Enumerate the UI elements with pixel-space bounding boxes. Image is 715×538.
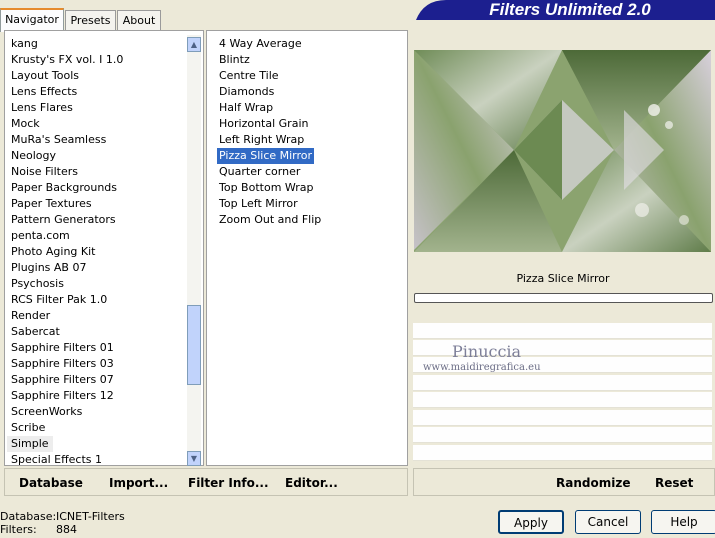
category-item[interactable]: Sapphire Filters 12 <box>11 388 114 404</box>
category-item[interactable]: Plugins AB 07 <box>11 260 86 276</box>
category-item[interactable]: Paper Backgrounds <box>11 180 117 196</box>
parameter-row[interactable] <box>413 392 712 408</box>
parameter-row[interactable] <box>413 375 712 391</box>
filter-item[interactable]: 4 Way Average <box>219 36 302 52</box>
filter-item[interactable]: Blintz <box>219 52 250 68</box>
app-title: Filters Unlimited 2.0 <box>489 0 651 19</box>
command-bar-right: Randomize Reset <box>413 468 715 496</box>
status-filters-label: Filters: <box>0 523 37 536</box>
category-item[interactable]: Paper Textures <box>11 196 92 212</box>
category-item[interactable]: Simple <box>7 436 53 452</box>
category-item[interactable]: Sapphire Filters 03 <box>11 356 114 372</box>
category-list[interactable]: kang Krusty's FX vol. I 1.0 Layout Tools Le… <box>4 30 204 466</box>
parameter-row[interactable] <box>413 410 712 426</box>
tab-about[interactable]: About <box>117 10 161 30</box>
category-item[interactable]: Photo Aging Kit <box>11 244 95 260</box>
filter-item[interactable]: Diamonds <box>219 84 274 100</box>
category-item[interactable]: Sabercat <box>11 324 60 340</box>
cancel-button[interactable]: Cancel <box>575 510 641 534</box>
category-item[interactable]: ScreenWorks <box>11 404 82 420</box>
category-item[interactable]: Neology <box>11 148 56 164</box>
tab-navigator[interactable]: Navigator <box>0 8 64 32</box>
status-filters-value: 884 <box>56 523 77 536</box>
filter-list[interactable]: 4 Way Average Blintz Centre Tile Diamonds Ha… <box>206 30 408 466</box>
scroll-thumb[interactable] <box>187 305 201 385</box>
status-database-value: ICNET-Filters <box>56 510 125 523</box>
status-database-label: Database: <box>0 510 57 523</box>
category-item[interactable]: Render <box>11 308 50 324</box>
category-item[interactable]: Krusty's FX vol. I 1.0 <box>11 52 123 68</box>
category-item[interactable]: Scribe <box>11 420 45 436</box>
command-bar-left: Database Import... Filter Info... Editor… <box>4 468 408 496</box>
parameter-row[interactable] <box>413 427 712 443</box>
import-button[interactable]: Import... <box>109 476 168 490</box>
reset-button[interactable]: Reset <box>655 476 693 490</box>
parameter-row[interactable] <box>413 323 712 339</box>
category-item[interactable]: Sapphire Filters 01 <box>11 340 114 356</box>
category-item[interactable]: MuRa's Seamless <box>11 132 106 148</box>
preview-image <box>414 50 711 252</box>
filter-info-button[interactable]: Filter Info... <box>188 476 269 490</box>
scroll-up-icon[interactable]: ▲ <box>187 37 201 52</box>
category-item[interactable]: penta.com <box>11 228 70 244</box>
category-item[interactable]: Noise Filters <box>11 164 78 180</box>
category-scrollbar[interactable]: ▲ ▼ <box>187 35 201 466</box>
editor-button[interactable]: Editor... <box>285 476 338 490</box>
filter-item[interactable]: Zoom Out and Flip <box>219 212 321 228</box>
scroll-down-icon[interactable]: ▼ <box>187 451 201 466</box>
category-item[interactable]: RCS Filter Pak 1.0 <box>11 292 107 308</box>
filter-item[interactable]: Centre Tile <box>219 68 279 84</box>
category-item[interactable]: Sapphire Filters 07 <box>11 372 114 388</box>
filter-item[interactable]: Pizza Slice Mirror <box>217 148 315 164</box>
filter-item[interactable]: Left Right Wrap <box>219 132 304 148</box>
apply-button[interactable]: Apply <box>498 510 564 534</box>
filter-item[interactable]: Half Wrap <box>219 100 273 116</box>
parameter-row[interactable] <box>413 445 712 461</box>
filter-item[interactable]: Horizontal Grain <box>219 116 308 132</box>
category-item[interactable]: Lens Effects <box>11 84 77 100</box>
parameter-field[interactable] <box>414 293 713 303</box>
category-item[interactable]: kang <box>11 36 38 52</box>
preview-filter-name: Pizza Slice Mirror <box>516 272 610 285</box>
database-button[interactable]: Database <box>19 476 83 490</box>
help-button[interactable]: Help <box>651 510 715 534</box>
randomize-button[interactable]: Randomize <box>556 476 630 490</box>
category-item[interactable]: Lens Flares <box>11 100 73 116</box>
tab-presets[interactable]: Presets <box>65 10 116 30</box>
category-item[interactable]: Pattern Generators <box>11 212 116 228</box>
watermark-name: Pinuccia <box>452 342 522 361</box>
category-item[interactable]: Special Effects 1 <box>11 452 102 468</box>
filter-item[interactable]: Top Left Mirror <box>219 196 298 212</box>
category-item[interactable]: Layout Tools <box>11 68 79 84</box>
filter-item[interactable]: Top Bottom Wrap <box>219 180 314 196</box>
category-item[interactable]: Mock <box>11 116 40 132</box>
category-item[interactable]: Psychosis <box>11 276 64 292</box>
filter-item[interactable]: Quarter corner <box>219 164 300 180</box>
watermark-url: www.maidiregrafica.eu <box>423 362 541 373</box>
